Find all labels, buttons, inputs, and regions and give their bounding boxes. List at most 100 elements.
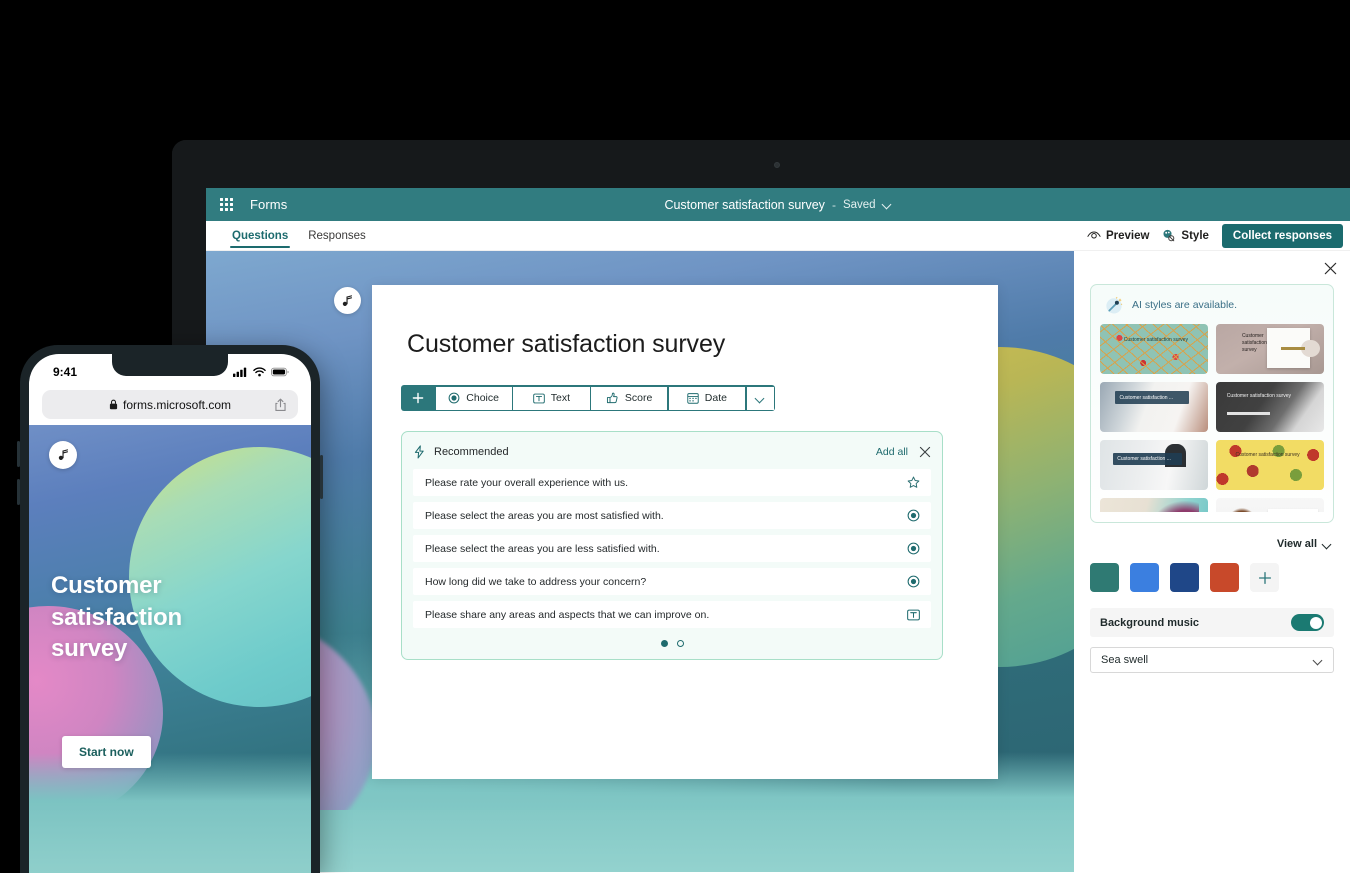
recommended-questions-panel: Recommended Add all Please rate your ove…	[401, 431, 943, 660]
form-editor-card: Customer satisfaction survey Choice Text…	[372, 285, 998, 779]
recommended-row-text: Please select the areas you are less sat…	[425, 542, 660, 555]
recommended-row[interactable]: Please select the areas you are most sat…	[413, 502, 931, 529]
add-custom-color-button[interactable]	[1250, 563, 1279, 592]
calendar-date-icon	[687, 393, 699, 404]
theme-thumb-label: Customer satisfaction survey	[1123, 337, 1188, 343]
pagination-dot[interactable]	[676, 640, 684, 647]
laptop-device-frame: Forms Customer satisfaction survey - Sav…	[172, 140, 1350, 873]
theme-thumb-floral-bird[interactable]: Customer satisfaction	[1216, 498, 1324, 512]
lock-icon	[109, 399, 118, 410]
collect-responses-button[interactable]: Collect responses	[1221, 223, 1343, 248]
background-music-label: Background music	[1100, 616, 1200, 629]
music-track-select[interactable]: Sea swell	[1090, 647, 1334, 673]
phone-form-preview: Customer satisfaction survey Start now	[29, 425, 311, 873]
phone-url-bar[interactable]: forms.microsoft.com	[42, 390, 298, 419]
view-all-themes-button[interactable]: View all	[1090, 538, 1332, 550]
question-type-text[interactable]: Text	[513, 386, 590, 410]
wifi-icon	[253, 367, 266, 377]
recommended-row[interactable]: Please share any areas and aspects that …	[413, 601, 931, 628]
decorative-floor-front	[206, 810, 1074, 872]
document-title-area: Customer satisfaction survey - Saved	[206, 188, 1350, 221]
chevron-down-icon	[1314, 656, 1323, 665]
add-all-button[interactable]: Add all	[876, 446, 908, 458]
cellular-signal-icon	[233, 367, 247, 377]
color-swatch-navy[interactable]	[1170, 563, 1199, 592]
more-question-types-button[interactable]	[746, 386, 774, 410]
recommended-row[interactable]: Please rate your overall experience with…	[413, 469, 931, 496]
chevron-down-icon[interactable]	[883, 200, 892, 209]
close-icon[interactable]	[919, 446, 931, 458]
recommended-row-text: How long did we take to address your con…	[425, 575, 647, 588]
color-swatch-blue[interactable]	[1130, 563, 1159, 592]
save-status-label: Saved	[842, 198, 876, 211]
add-question-button[interactable]	[401, 385, 434, 411]
ai-styles-notice: AI styles are available.	[1100, 294, 1324, 324]
question-type-score-label: Score	[624, 392, 653, 404]
theme-thumb-yellow-pattern[interactable]: Customer satisfaction survey	[1216, 440, 1324, 490]
phone-power-button[interactable]	[320, 455, 323, 499]
radio-choice-icon	[907, 542, 920, 555]
share-icon[interactable]	[274, 398, 287, 412]
laptop-screen: Forms Customer satisfaction survey - Sav…	[206, 188, 1350, 873]
star-rating-icon	[907, 476, 920, 488]
theme-thumbnail-grid: Customer satisfaction survey Customer sa…	[1100, 324, 1324, 512]
preview-button[interactable]: Preview	[1087, 230, 1149, 242]
phone-music-badge[interactable]	[49, 441, 77, 469]
color-swatch-orange[interactable]	[1210, 563, 1239, 592]
question-type-score[interactable]: Score	[591, 386, 668, 410]
close-icon[interactable]	[1324, 262, 1337, 275]
radio-choice-icon	[907, 509, 920, 522]
forms-top-bar: Forms Customer satisfaction survey - Sav…	[206, 188, 1350, 221]
theme-thumb-label: Customer satisfaction ...	[1117, 456, 1171, 462]
recommended-row-type	[907, 609, 920, 621]
pagination-dot-active[interactable]	[660, 640, 668, 647]
eye-preview-icon	[1087, 231, 1101, 239]
app-launcher-icon[interactable]	[220, 198, 233, 211]
question-type-toolbar: Choice Text Score Date	[401, 385, 775, 411]
theme-thumb-label: Customer satisfaction survey	[1235, 452, 1300, 458]
style-label: Style	[1181, 229, 1209, 242]
question-type-date-label: Date	[704, 392, 727, 404]
recommended-pagination	[413, 640, 931, 647]
style-button[interactable]: Style	[1162, 229, 1209, 243]
screen-body: Customer satisfaction survey Choice Text…	[206, 251, 1350, 872]
battery-full-icon	[271, 367, 289, 377]
theme-thumb-label: Customer satisfaction survey	[1241, 333, 1267, 353]
question-type-choice[interactable]: Choice	[435, 386, 512, 410]
laptop-bezel	[172, 140, 1350, 188]
recommended-row[interactable]: Please select the areas you are less sat…	[413, 535, 931, 562]
view-tabs: Questions Responses	[230, 221, 368, 250]
color-swatch-teal[interactable]	[1090, 563, 1119, 592]
phone-volume-up-button[interactable]	[17, 441, 20, 467]
phone-status-icons	[233, 367, 289, 377]
plus-icon	[1258, 571, 1271, 584]
document-title: Customer satisfaction survey	[664, 197, 825, 212]
background-music-toggle[interactable]	[1291, 614, 1324, 631]
recommended-row-type	[907, 542, 920, 555]
canvas-music-badge[interactable]	[334, 287, 361, 314]
screenshot-stage: Forms Customer satisfaction survey - Sav…	[0, 0, 1350, 873]
question-type-text-label: Text	[550, 392, 570, 404]
tab-questions[interactable]: Questions	[230, 221, 291, 250]
theme-thumb-palm-leaf[interactable]: Customer satisfaction survey	[1100, 498, 1208, 512]
recommended-row[interactable]: How long did we take to address your con…	[413, 568, 931, 595]
phone-start-now-button[interactable]: Start now	[62, 736, 151, 768]
question-type-date[interactable]: Date	[668, 386, 745, 410]
forms-brand-label[interactable]: Forms	[250, 197, 287, 212]
command-bar-actions: Preview Style Collect responses	[1087, 221, 1344, 250]
theme-thumb-smiling-person[interactable]: Customer satisfaction ...	[1100, 382, 1208, 432]
form-title[interactable]: Customer satisfaction survey	[372, 285, 998, 359]
theme-thumb-map-illustration[interactable]: Customer satisfaction survey	[1100, 324, 1208, 374]
radio-choice-icon	[448, 392, 460, 404]
theme-thumb-dark-desk[interactable]: Customer satisfaction survey	[1216, 382, 1324, 432]
plus-icon	[412, 392, 423, 404]
phone-notch	[112, 354, 228, 376]
tab-responses-label: Responses	[308, 229, 366, 242]
theme-thumb-office-person[interactable]: Customer satisfaction ...	[1100, 440, 1208, 490]
recommended-title: Recommended	[434, 446, 509, 458]
tab-responses[interactable]: Responses	[306, 221, 368, 250]
recommended-row-text: Please rate your overall experience with…	[425, 476, 629, 489]
phone-volume-down-button[interactable]	[17, 479, 20, 505]
theme-thumb-coffee-flatlay[interactable]: Customer satisfaction survey	[1216, 324, 1324, 374]
phone-url-text: forms.microsoft.com	[122, 397, 231, 412]
